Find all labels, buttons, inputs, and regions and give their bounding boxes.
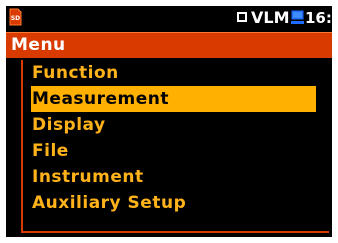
clock: 16:22 <box>305 9 332 27</box>
mode-indicator: VLM <box>251 8 290 27</box>
square-indicator-icon <box>237 12 247 22</box>
menu-item-auxiliary-setup[interactable]: Auxiliary Setup <box>32 190 317 216</box>
device-screen: SD VLM 16:22 Menu Function Measurement D… <box>6 6 332 237</box>
sd-card-icon: SD <box>9 8 22 26</box>
menu-item-function[interactable]: Function <box>32 60 317 86</box>
status-bar: SD VLM 16:22 <box>6 6 332 30</box>
title-bar: Menu <box>6 32 332 58</box>
menu-item-display[interactable]: Display <box>32 112 317 138</box>
page-title: Menu <box>11 35 66 55</box>
menu-item-measurement[interactable]: Measurement <box>31 86 316 112</box>
menu-item-instrument[interactable]: Instrument <box>32 164 317 190</box>
svg-text:SD: SD <box>11 15 20 22</box>
menu-list: Function Measurement Display File Instru… <box>21 60 329 233</box>
monitor-icon <box>291 10 304 24</box>
menu-item-file[interactable]: File <box>32 138 317 164</box>
